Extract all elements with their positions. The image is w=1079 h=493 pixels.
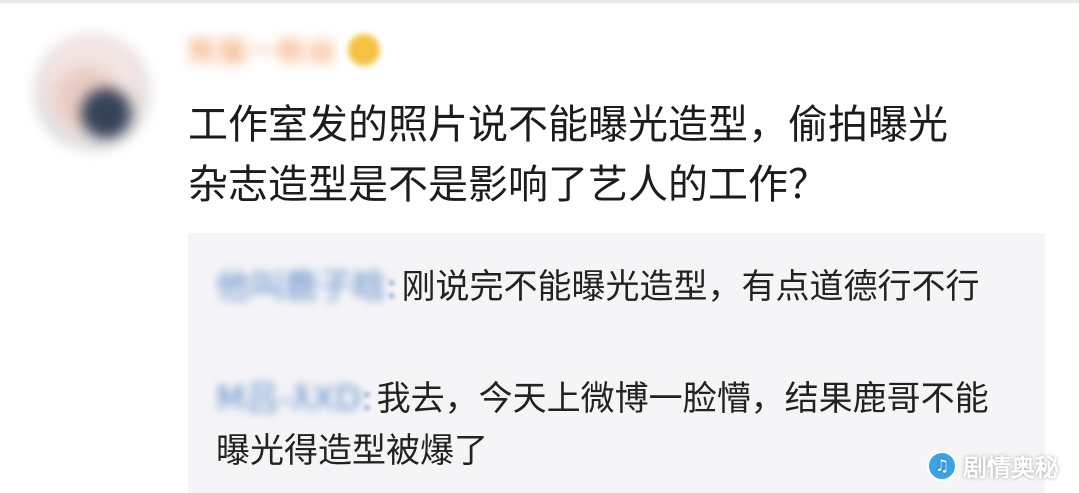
- reply-username[interactable]: M吕-ƛXD: [216, 379, 361, 419]
- username[interactable]: 熊猫一粉丝: [188, 30, 338, 70]
- reply-text: 刚说完不能曝光造型，有点道德行不行: [401, 267, 980, 307]
- top-divider: [0, 0, 1079, 3]
- comment-text: 工作室发的照片说不能曝光造型，偷拍曝光 杂志造型是不是影响了艺人的工作？: [188, 102, 948, 208]
- reply-item: M吕-ƛXD: 我去，今天上微博一脸懵，结果鹿哥不能曝光得造型被爆了: [216, 373, 1016, 477]
- reply-list: 他叫鹿子晗: 刚说完不能曝光造型，有点道德行不行 M吕-ƛXD: 我去，今天上微博一…: [188, 233, 1045, 493]
- comment-header: 熊猫一粉丝: [188, 28, 381, 72]
- reply-username[interactable]: 他叫鹿子晗: [216, 267, 386, 307]
- reply-item: 他叫鹿子晗: 刚说完不能曝光造型，有点道德行不行: [216, 261, 1016, 313]
- avatar[interactable]: [33, 33, 151, 151]
- reply-separator: :: [386, 267, 398, 307]
- reply-separator: :: [361, 379, 373, 419]
- watermark: ♫ 剧情奥秘: [927, 448, 1059, 483]
- watermark-logo-icon: ♫: [927, 450, 957, 481]
- vip-badge-icon: [348, 34, 381, 66]
- watermark-text: 剧情奥秘: [963, 454, 1059, 482]
